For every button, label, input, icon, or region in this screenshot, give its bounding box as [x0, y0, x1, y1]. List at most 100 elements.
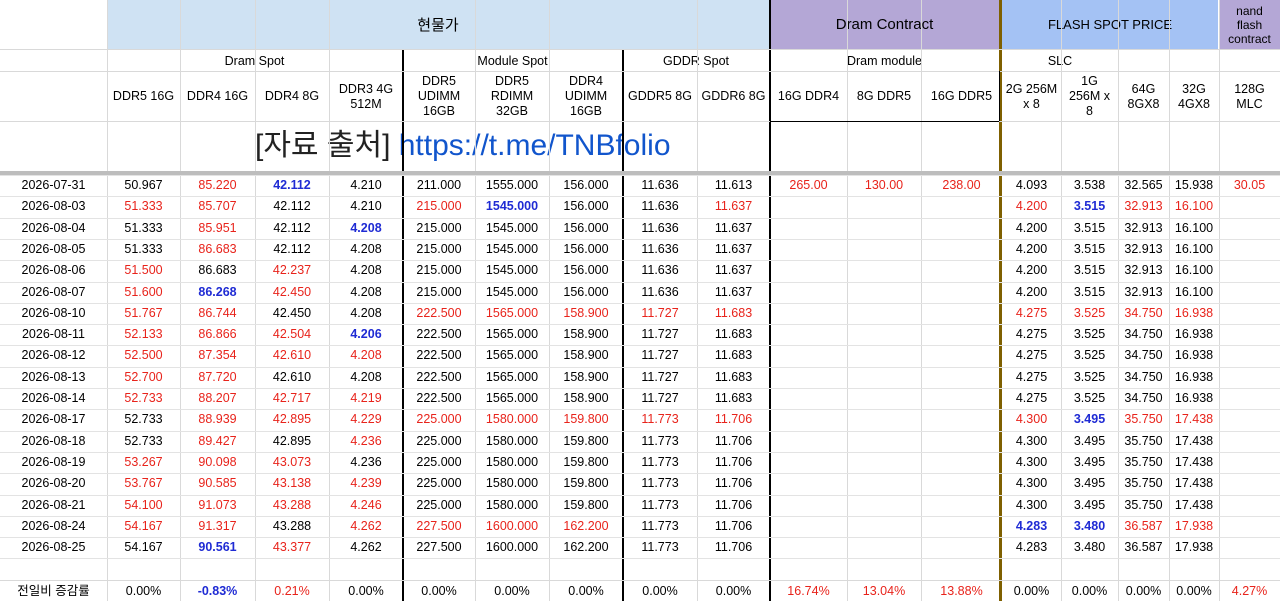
- table-cell: 11.773: [641, 454, 679, 469]
- table-cell: 4.275: [1015, 305, 1048, 320]
- table-cell: 3.538: [1073, 178, 1106, 192]
- table-cell: 11.637: [714, 220, 753, 235]
- table-cell: 11.773: [641, 476, 679, 491]
- column-header: DDR5 RDIMM 32GB: [490, 74, 534, 118]
- table-cell: 11.727: [641, 369, 679, 384]
- grid-vline: [999, 71, 1000, 121]
- table-cell: 4.239: [350, 476, 382, 491]
- table-cell: 34.750: [1124, 327, 1163, 342]
- subheader-module-spot-label: Module Spot: [477, 53, 548, 68]
- source-link[interactable]: https://t.me/TNBfolio: [399, 129, 671, 162]
- change-cell: 13.04%: [862, 584, 906, 598]
- table-cell: 11.773: [641, 433, 679, 448]
- table-cell: 4.200: [1015, 199, 1048, 214]
- table-cell: 1580.000: [485, 454, 539, 469]
- table-cell: 159.800: [563, 412, 609, 427]
- table-cell: 3.495: [1073, 497, 1106, 512]
- table-cell: 16.100: [1174, 220, 1214, 235]
- change-cell: 0.00%: [1176, 584, 1212, 598]
- table-cell: 35.750: [1124, 412, 1163, 427]
- table-cell: 52.700: [124, 369, 163, 384]
- table-cell: 42.610: [272, 369, 312, 384]
- header-flash-spot: FLASH SPOT PRICE: [1002, 0, 1218, 49]
- table-cell: 4.275: [1015, 327, 1048, 342]
- table-cell: 16.100: [1174, 284, 1214, 299]
- table-cell: 11.683: [714, 391, 753, 405]
- table-cell: 222.500: [416, 348, 462, 363]
- row-date: 2026-08-13: [21, 369, 86, 384]
- row-date: 2026-08-20: [21, 476, 86, 491]
- change-cell: 0.00%: [421, 584, 457, 598]
- row-date: 2026-08-14: [21, 391, 86, 405]
- subheader-dram-module-label: Dram module: [846, 53, 923, 68]
- table-cell: 215.000: [416, 241, 462, 256]
- table-cell: 158.900: [563, 305, 609, 320]
- table-cell: 215.000: [416, 199, 462, 214]
- table-cell: 11.683: [714, 348, 753, 363]
- table-cell: 156.000: [563, 284, 609, 299]
- change-cell: 0.00%: [1125, 584, 1162, 598]
- table-cell: 4.200: [1015, 241, 1048, 256]
- table-cell: 11.636: [641, 284, 679, 299]
- table-cell: 16.100: [1174, 241, 1214, 256]
- table-cell: 89.427: [198, 433, 237, 448]
- table-cell: 4.208: [350, 263, 382, 278]
- table-cell: 3.515: [1073, 199, 1106, 214]
- table-cell: 225.000: [416, 497, 462, 512]
- table-cell: 42.717: [272, 391, 312, 405]
- source-credit: [자료 출처] https://t.me/TNBfolio: [255, 124, 671, 168]
- table-cell: 130.00: [864, 178, 904, 192]
- table-cell: 3.480: [1073, 540, 1106, 555]
- table-cell: 17.438: [1174, 476, 1214, 491]
- table-cell: 53.267: [124, 454, 163, 469]
- table-cell: 17.938: [1174, 540, 1214, 555]
- table-cell: 32.565: [1124, 178, 1163, 192]
- table-cell: 32.913: [1124, 263, 1163, 278]
- subheader-gddr-spot: GDDR Spot: [623, 50, 769, 71]
- table-cell: 52.733: [124, 391, 163, 405]
- table-cell: 52.733: [124, 412, 163, 427]
- column-header: DDR4 UDIMM 16GB: [564, 74, 608, 118]
- table-cell: 159.800: [563, 497, 609, 512]
- table-cell: 158.900: [563, 327, 609, 342]
- table-cell: 11.706: [714, 412, 753, 427]
- row-date: 2026-07-31: [21, 178, 86, 192]
- table-cell: 4.300: [1015, 433, 1048, 448]
- header-spot: 현물가: [107, 0, 769, 49]
- table-cell: 215.000: [416, 284, 462, 299]
- table-cell: 1545.000: [485, 199, 539, 214]
- change-cell: 4.27%: [1231, 584, 1268, 598]
- table-cell: 32.913: [1124, 199, 1163, 214]
- table-cell: 238.00: [942, 178, 981, 192]
- row-date: 2026-08-04: [21, 220, 86, 235]
- table-cell: 43.288: [272, 497, 312, 512]
- table-cell: 4.300: [1015, 412, 1048, 427]
- table-cell: 11.706: [714, 540, 753, 555]
- table-cell: 4.200: [1015, 220, 1048, 235]
- table-cell: 15.938: [1174, 178, 1214, 192]
- table-cell: 42.237: [272, 263, 312, 278]
- column-header: DDR4 8G: [264, 89, 320, 103]
- table-cell: 11.637: [714, 241, 753, 256]
- header-spot-label: 현물가: [417, 17, 459, 34]
- table-cell: 54.100: [124, 497, 163, 512]
- table-cell: 4.283: [1015, 540, 1048, 555]
- table-cell: 36.587: [1124, 518, 1163, 533]
- table-cell: 54.167: [124, 518, 163, 533]
- table-cell: 42.895: [272, 412, 312, 427]
- column-header: DDR4 16G: [186, 89, 249, 103]
- table-cell: 1565.000: [485, 391, 539, 405]
- change-cell: 0.00%: [125, 584, 162, 598]
- table-cell: 11.727: [641, 327, 679, 342]
- table-cell: 1545.000: [485, 263, 539, 278]
- table-cell: 11.706: [714, 497, 753, 512]
- grid-hline: [770, 121, 999, 122]
- table-cell: 86.683: [198, 241, 237, 256]
- table-cell: 17.438: [1174, 497, 1214, 512]
- table-cell: 52.733: [124, 433, 163, 448]
- table-cell: 215.000: [416, 263, 462, 278]
- header-dram-contract: Dram Contract: [770, 0, 999, 49]
- table-cell: 43.073: [272, 454, 312, 469]
- table-cell: 11.636: [641, 263, 679, 278]
- table-cell: 16.100: [1174, 263, 1214, 278]
